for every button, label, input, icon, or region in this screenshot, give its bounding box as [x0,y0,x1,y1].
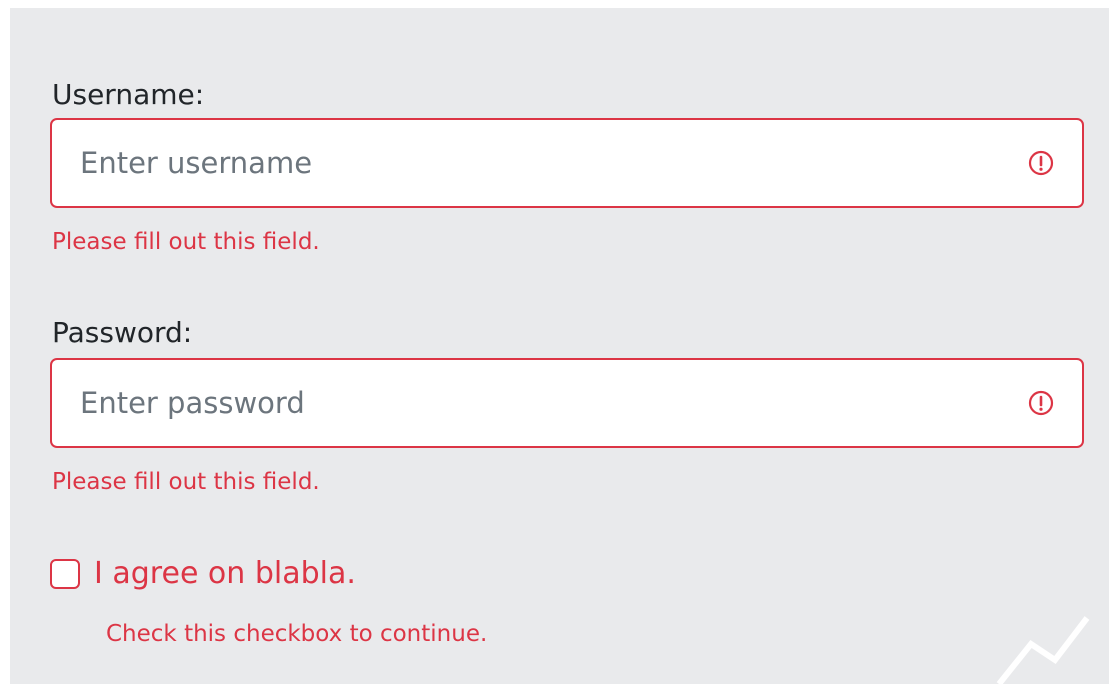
password-field[interactable] [50,358,1084,448]
username-field[interactable] [50,118,1084,208]
password-input[interactable] [52,360,1082,446]
agree-label[interactable]: I agree on blabla. [94,556,356,592]
agree-checkbox[interactable] [50,559,80,589]
agree-row: I agree on blabla. [50,554,356,594]
exclamation-circle-icon [1028,390,1054,416]
username-input[interactable] [52,120,1082,206]
login-form: Username: Please fill out this field. Pa… [10,8,1109,684]
exclamation-circle-icon [1028,150,1054,176]
password-feedback: Please fill out this field. [52,469,320,495]
username-feedback: Please fill out this field. [52,229,320,255]
corner-decoration [996,616,1090,684]
password-label: Password: [52,316,193,349]
username-label: Username: [52,78,205,111]
agree-feedback: Check this checkbox to continue. [106,621,488,647]
